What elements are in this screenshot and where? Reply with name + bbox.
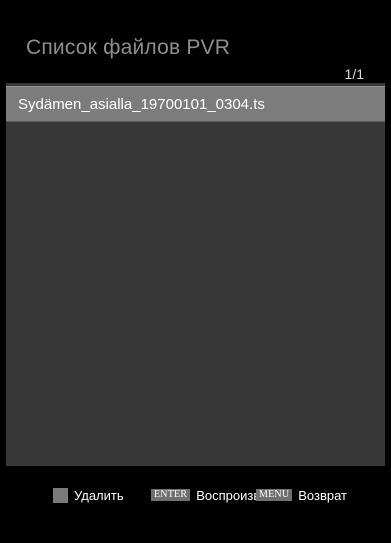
page-indicator: 1/1 <box>344 66 364 82</box>
gray-key-icon <box>53 487 68 503</box>
play-label: Воспроизвести <box>196 487 257 503</box>
back-label: Возврат <box>298 487 347 503</box>
page-title: Список файлов PVR <box>26 36 231 59</box>
delete-hint[interactable]: Удалить <box>53 486 124 504</box>
file-list: Sydämen_asialla_19700101_0304.ts <box>6 83 385 466</box>
enter-key-badge: ENTER <box>151 489 191 501</box>
pvr-file-list-screen: Список файлов PVR 1/1 Sydämen_asialla_19… <box>6 0 385 543</box>
delete-label: Удалить <box>74 487 124 503</box>
file-name: Sydämen_asialla_19700101_0304.ts <box>18 95 265 113</box>
footer-hints: Удалить ENTER Воспроизвести MENU Возврат <box>6 466 385 543</box>
back-hint[interactable]: MENU Возврат <box>256 486 347 504</box>
file-list-item-selected[interactable]: Sydämen_asialla_19700101_0304.ts <box>6 86 385 122</box>
play-hint[interactable]: ENTER Воспроизвести <box>151 486 257 504</box>
menu-key-badge: MENU <box>256 489 293 501</box>
